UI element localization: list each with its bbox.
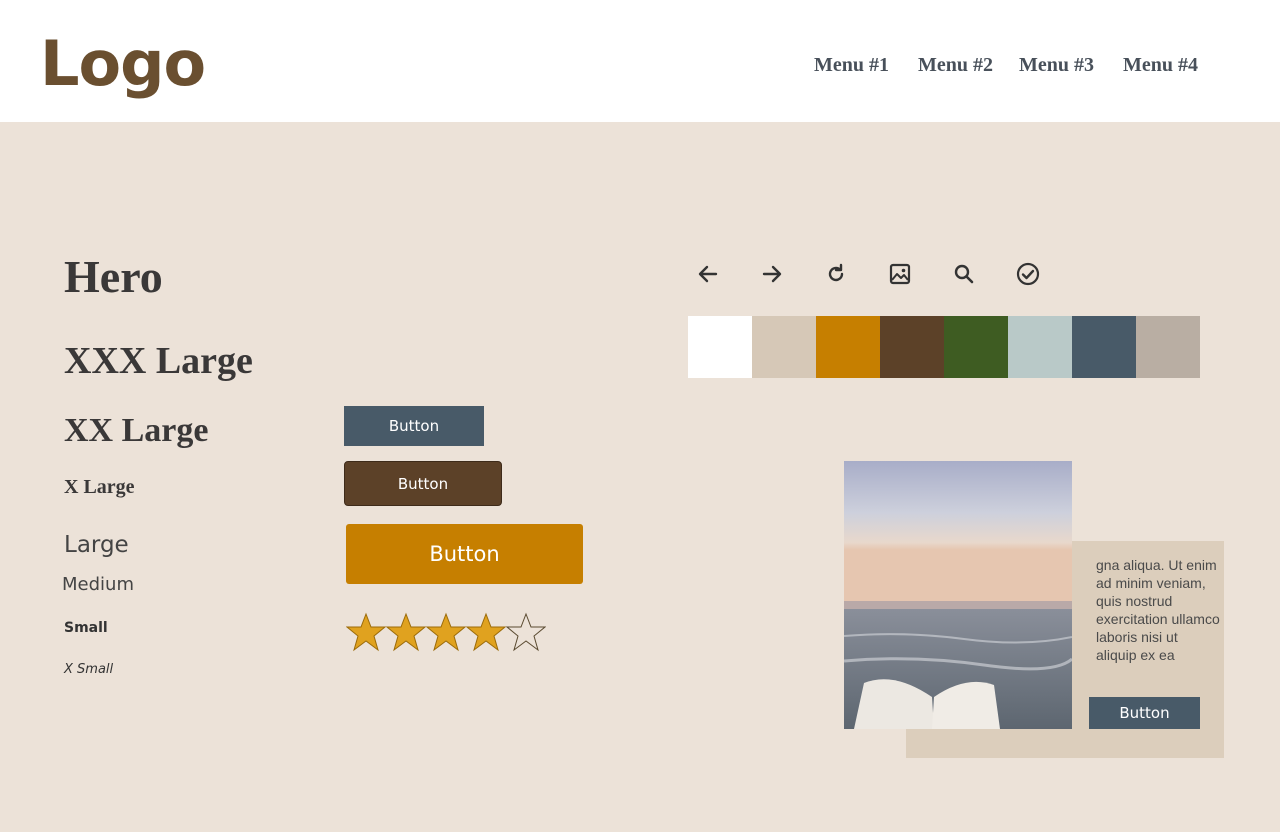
star-empty-icon[interactable] (506, 612, 546, 652)
x-small-text: X Small (64, 662, 114, 677)
card-text: gna aliqua. Ut enim ad minim veniam, qui… (1096, 557, 1220, 663)
search-icon[interactable] (952, 262, 976, 286)
check-circle-icon[interactable] (1016, 262, 1040, 286)
color-swatch-6[interactable] (1008, 316, 1072, 378)
star-filled-icon[interactable] (466, 612, 506, 652)
color-swatch-4[interactable] (880, 316, 944, 378)
color-swatch-1[interactable] (688, 316, 752, 378)
card-photo (844, 461, 1072, 729)
nav-menu-2[interactable]: Menu #2 (918, 52, 993, 78)
xx-large-heading: XX Large (64, 412, 209, 449)
xxx-large-heading: XXX Large (64, 340, 253, 382)
medium-text: Medium (62, 574, 134, 595)
color-swatch-8[interactable] (1136, 316, 1200, 378)
large-button[interactable]: Button (346, 524, 583, 584)
nav-menu-4[interactable]: Menu #4 (1123, 52, 1198, 78)
card-button[interactable]: Button (1089, 697, 1200, 729)
star-filled-icon[interactable] (346, 612, 386, 652)
hero-heading: Hero (64, 251, 163, 302)
image-icon[interactable] (888, 262, 912, 286)
star-rating[interactable] (346, 612, 546, 652)
secondary-button[interactable]: Button (344, 461, 502, 506)
large-text: Large (64, 532, 129, 558)
nav-menu-3[interactable]: Menu #3 (1019, 52, 1094, 78)
refresh-icon[interactable] (824, 262, 848, 286)
star-filled-icon[interactable] (386, 612, 426, 652)
logo[interactable]: Logo (40, 28, 206, 100)
star-filled-icon[interactable] (426, 612, 466, 652)
arrow-left-icon[interactable] (696, 262, 720, 286)
color-swatch-5[interactable] (944, 316, 1008, 378)
color-swatch-2[interactable] (752, 316, 816, 378)
primary-button[interactable]: Button (344, 406, 484, 446)
small-text: Small (64, 620, 108, 636)
nav-menu-1[interactable]: Menu #1 (814, 52, 889, 78)
color-swatch-7[interactable] (1072, 316, 1136, 378)
color-palette (688, 316, 1200, 378)
arrow-right-icon[interactable] (760, 262, 784, 286)
color-swatch-3[interactable] (816, 316, 880, 378)
site-header: Logo Menu #1 Menu #2 Menu #3 Menu #4 (0, 0, 1280, 122)
x-large-heading: X Large (64, 476, 135, 498)
